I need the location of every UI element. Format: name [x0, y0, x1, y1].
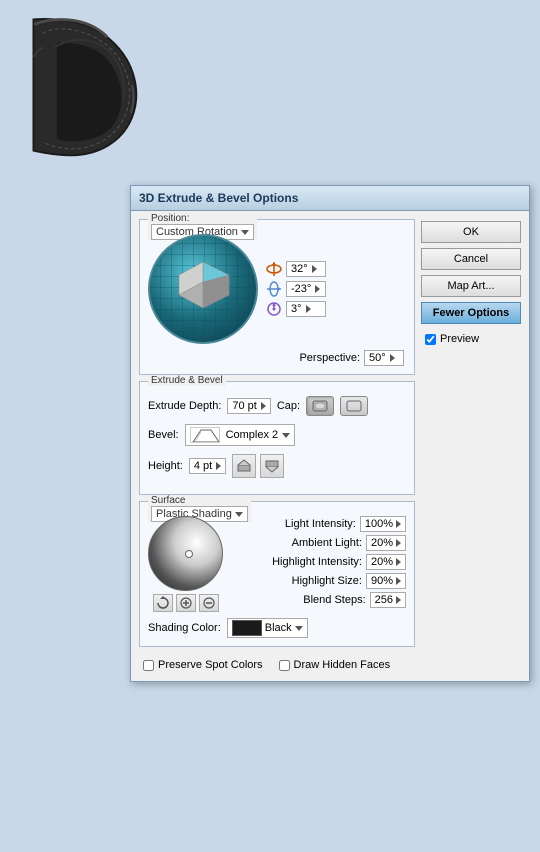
ambient-light-arrow [396, 539, 401, 547]
surface-section: Surface Plastic Shading [139, 501, 415, 647]
rotation-z-arrow [306, 305, 311, 313]
shading-color-swatch [232, 620, 262, 636]
rotation-area: 32° [148, 234, 406, 344]
shading-color-value: Black [265, 622, 292, 634]
blend-steps-label: Blend Steps: [303, 594, 365, 606]
bevel-label: Bevel: [148, 429, 179, 441]
highlight-intensity-label: Highlight Intensity: [272, 556, 362, 568]
extrude-depth-value[interactable]: 70 pt [227, 398, 270, 414]
extrude-depth-arrow [261, 402, 266, 410]
rotation-x-arrow [312, 265, 317, 273]
light-intensity-row: Light Intensity: 100% [231, 516, 406, 532]
light-add-icon[interactable] [176, 594, 196, 612]
height-icons [232, 454, 284, 478]
shading-color-label: Shading Color: [148, 622, 221, 634]
rotation-z-value[interactable]: 3° [286, 301, 326, 317]
fewer-options-button[interactable]: Fewer Options [421, 302, 521, 324]
light-intensity-value[interactable]: 100% [360, 516, 406, 532]
highlight-intensity-row: Highlight Intensity: 20% [231, 554, 406, 570]
preview-row: Preview [421, 333, 521, 345]
highlight-intensity-value[interactable]: 20% [366, 554, 406, 570]
light-sphere-container [148, 516, 223, 591]
draw-hidden-faces-checkbox[interactable] [279, 660, 290, 671]
rotation-values: 32° [266, 261, 326, 317]
dialog-left-panel: Position: Custom Rotation [139, 219, 415, 673]
shading-color-dropdown[interactable]: Black [227, 618, 308, 638]
highlight-intensity-arrow [396, 558, 401, 566]
preserve-spot-colors-item: Preserve Spot Colors [143, 659, 263, 671]
cap-button-off[interactable] [340, 396, 368, 416]
blend-steps-arrow [396, 596, 401, 604]
ambient-light-row: Ambient Light: 20% [231, 535, 406, 551]
shading-color-arrow [295, 626, 303, 631]
rotation-y-value[interactable]: -23° [286, 281, 326, 297]
rotation-y-icon [266, 281, 282, 297]
blend-steps-row: Blend Steps: 256 [231, 592, 406, 608]
extrude-bevel-section: Extrude & Bevel Extrude Depth: 70 pt Cap… [139, 381, 415, 495]
perspective-label: Perspective: [299, 352, 360, 364]
ambient-light-value[interactable]: 20% [366, 535, 406, 551]
rotation-z-row: 3° [266, 301, 326, 317]
rotation-y-row: -23° [266, 281, 326, 297]
rotation-sphere[interactable] [148, 234, 258, 344]
map-art-button[interactable]: Map Art... [421, 275, 521, 297]
rotation-x-value[interactable]: 32° [286, 261, 326, 277]
preserve-spot-colors-checkbox[interactable] [143, 660, 154, 671]
height-value[interactable]: 4 pt [189, 458, 226, 474]
draw-hidden-faces-item: Draw Hidden Faces [279, 659, 391, 671]
surface-content: Light Intensity: 100% Ambient Light: 20% [148, 516, 406, 608]
ok-button[interactable]: OK [421, 221, 521, 243]
dialog-title: 3D Extrude & Bevel Options [139, 191, 298, 205]
cancel-button[interactable]: Cancel [421, 248, 521, 270]
blend-steps-value[interactable]: 256 [370, 592, 406, 608]
draw-hidden-faces-label: Draw Hidden Faces [294, 659, 391, 671]
highlight-size-label: Highlight Size: [292, 575, 362, 587]
light-dot[interactable] [185, 550, 193, 558]
light-delete-icon[interactable] [199, 594, 219, 612]
height-arrow [216, 462, 221, 470]
surface-dropdown-arrow [235, 512, 243, 517]
dialog-3d-extrude: 3D Extrude & Bevel Options Position: Cus… [130, 185, 530, 682]
highlight-size-arrow [396, 577, 401, 585]
bevel-inside-button[interactable] [260, 454, 284, 478]
position-section: Position: Custom Rotation [139, 219, 415, 375]
height-row: Height: 4 pt [148, 454, 406, 478]
bottom-checkboxes: Preserve Spot Colors Draw Hidden Faces [139, 653, 415, 673]
light-intensity-arrow [396, 520, 401, 528]
light-sphere[interactable] [148, 516, 223, 591]
perspective-arrow [390, 354, 395, 362]
light-sphere-icons [148, 594, 223, 612]
shading-color-row: Shading Color: Black [148, 614, 406, 638]
perspective-value[interactable]: 50° [364, 350, 404, 366]
bevel-dropdown-arrow [282, 433, 290, 438]
cap-label: Cap: [277, 400, 300, 412]
rotation-x-icon [266, 261, 282, 277]
light-rotate-icon[interactable] [153, 594, 173, 612]
preview-label: Preview [440, 333, 479, 345]
bevel-row: Bevel: Complex 2 [148, 424, 406, 446]
bevel-value: Complex 2 [226, 429, 279, 441]
ambient-light-label: Ambient Light: [292, 537, 362, 549]
bevel-outside-button[interactable] [232, 454, 256, 478]
highlight-size-row: Highlight Size: 90% [231, 573, 406, 589]
extrude-section-label: Extrude & Bevel [148, 375, 226, 386]
highlight-size-value[interactable]: 90% [366, 573, 406, 589]
surface-values: Light Intensity: 100% Ambient Light: 20% [231, 516, 406, 608]
rotation-z-icon [266, 301, 282, 317]
preview-checkbox[interactable] [425, 334, 436, 345]
rotation-x-row: 32° [266, 261, 326, 277]
bevel-preview [190, 427, 220, 443]
preserve-spot-colors-label: Preserve Spot Colors [158, 659, 263, 671]
bevel-dropdown[interactable]: Complex 2 [185, 424, 296, 446]
dialog-titlebar: 3D Extrude & Bevel Options [131, 186, 529, 211]
light-intensity-label: Light Intensity: [285, 518, 356, 530]
height-label: Height: [148, 460, 183, 472]
extrude-depth-row: Extrude Depth: 70 pt Cap: [148, 396, 406, 416]
logo-artwork [10, 10, 170, 170]
cap-button-on[interactable] [306, 396, 334, 416]
dialog-right-panel: OK Cancel Map Art... Fewer Options Previ… [421, 219, 521, 673]
perspective-row: Perspective: 50° [148, 350, 406, 366]
extrude-depth-label: Extrude Depth: [148, 400, 221, 412]
rotation-y-arrow [315, 285, 320, 293]
